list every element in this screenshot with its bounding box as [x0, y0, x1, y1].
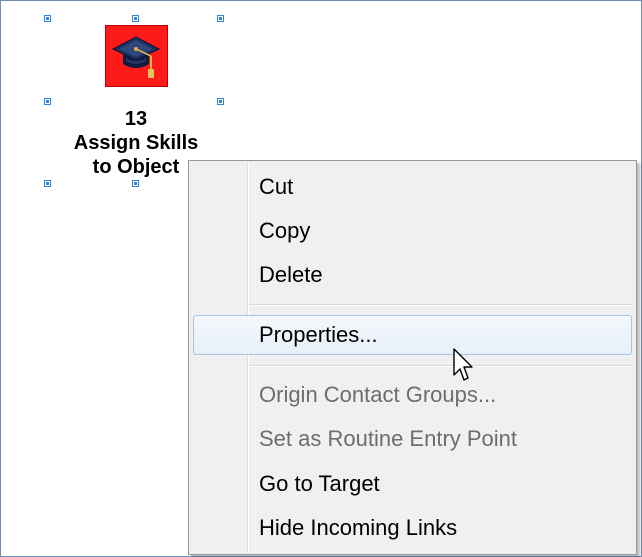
selection-handle-top-left[interactable]	[44, 15, 51, 22]
menu-item-set-as-routine-entry-point[interactable]: Set as Routine Entry Point	[193, 419, 632, 459]
selection-handle-top-center[interactable]	[132, 15, 139, 22]
menu-separator	[249, 365, 633, 367]
selection-handle-bottom-left[interactable]	[44, 180, 51, 187]
mouse-pointer-icon	[453, 348, 473, 381]
menu-item-cut[interactable]: Cut	[193, 167, 632, 207]
selection-handle-bottom-center[interactable]	[132, 180, 139, 187]
menu-item-delete[interactable]: Delete	[193, 255, 632, 295]
node-number: 13	[124, 108, 148, 130]
node-label-line1: Assign Skills	[73, 132, 199, 154]
menu-separator	[249, 304, 633, 306]
menu-item-go-to-target[interactable]: Go to Target	[193, 464, 632, 504]
menu-item-origin-contact-groups[interactable]: Origin Contact Groups...	[193, 375, 632, 415]
context-menu: Cut Copy Delete Properties... Origin Con…	[188, 160, 637, 555]
menu-item-copy[interactable]: Copy	[193, 211, 632, 251]
selection-handle-top-right[interactable]	[217, 15, 224, 22]
selection-handle-middle-right[interactable]	[217, 98, 224, 105]
menu-item-hide-incoming-links[interactable]: Hide Incoming Links	[193, 508, 632, 548]
menu-item-properties[interactable]: Properties...	[193, 315, 632, 355]
selection-handle-middle-left[interactable]	[44, 98, 51, 105]
graduation-cap-icon[interactable]	[105, 25, 168, 87]
